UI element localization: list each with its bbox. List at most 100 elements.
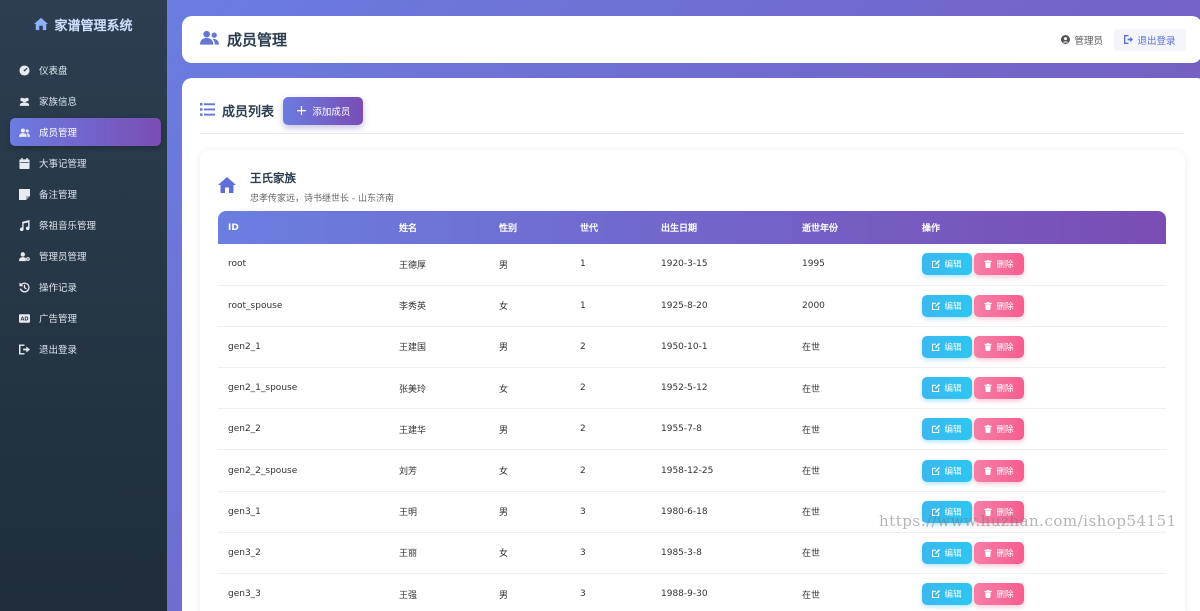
logout-button[interactable]: 退出登录 [1114, 28, 1186, 51]
delete-button[interactable]: 删除 [974, 583, 1024, 606]
home-icon [218, 177, 236, 193]
table-cell: 1 [570, 244, 651, 286]
edit-button[interactable]: 编辑 [922, 335, 972, 358]
delete-button[interactable]: 删除 [974, 500, 1024, 523]
sidebar-item-8[interactable]: AD 广告管理 [10, 304, 161, 332]
trash-icon [984, 590, 993, 599]
sidebar-item-label: 操作记录 [39, 283, 78, 294]
sidebar-item-3[interactable]: 大事记管理 [10, 149, 161, 177]
table-cell: gen2_1 [218, 326, 389, 369]
edit-icon [932, 384, 941, 393]
sidebar-item-2[interactable]: 成员管理 [10, 118, 161, 146]
table-cell: 女 [489, 367, 570, 410]
delete-button[interactable]: 删除 [974, 294, 1024, 317]
edit-button[interactable]: 编辑 [922, 500, 972, 523]
table-cell: 1920-3-15 [651, 244, 792, 286]
sidebar-item-7[interactable]: 操作记录 [10, 273, 161, 301]
table-cell: 1985-3-8 [651, 532, 792, 575]
user-label: 管理员 [1074, 35, 1103, 47]
trash-icon [984, 548, 993, 557]
delete-label: 删除 [996, 260, 1014, 271]
edit-button[interactable]: 编辑 [922, 459, 972, 482]
edit-button[interactable]: 编辑 [922, 377, 972, 400]
delete-label: 删除 [996, 301, 1014, 312]
table-cell: 王丽 [389, 532, 489, 575]
table-cell: 男 [489, 326, 570, 369]
logout-icon [1124, 35, 1134, 44]
edit-icon [932, 425, 941, 434]
current-user: 管理员 [1061, 33, 1103, 47]
table-cell: gen3_3 [218, 573, 389, 611]
actions-cell: 编辑 删除 [912, 532, 1166, 575]
actions-cell: 编辑 删除 [912, 285, 1166, 327]
table-cell: 在世 [792, 367, 912, 410]
table-cell: 在世 [792, 573, 912, 611]
sidebar-item-6[interactable]: 管理员管理 [10, 242, 161, 270]
edit-label: 编辑 [944, 425, 962, 436]
edit-icon [932, 590, 941, 599]
actions-cell: 编辑 删除 [912, 573, 1166, 611]
table-cell: 1958-12-25 [651, 449, 792, 492]
sidebar-item-4[interactable]: 备注管理 [10, 180, 161, 208]
delete-button[interactable]: 删除 [974, 377, 1024, 400]
sidebar-item-9[interactable]: 退出登录 [10, 335, 161, 363]
logout-icon [18, 343, 30, 355]
edit-button[interactable]: 编辑 [922, 583, 972, 606]
section-title: 成员列表 [222, 105, 275, 120]
column-header: 操作 [922, 224, 941, 234]
delete-button[interactable]: 删除 [974, 459, 1024, 482]
trash-icon [984, 384, 993, 393]
add-member-button[interactable]: + 添加成员 [283, 96, 364, 125]
trash-icon [984, 507, 993, 516]
delete-label: 删除 [996, 384, 1014, 395]
trash-icon [984, 260, 993, 269]
edit-button[interactable]: 编辑 [922, 418, 972, 441]
column-header: 姓名 [399, 224, 418, 234]
users-icon [18, 95, 30, 107]
music-icon [18, 219, 30, 231]
table-cell: 李秀英 [389, 285, 489, 327]
edit-icon [932, 548, 941, 557]
table-cell: gen2_2 [218, 408, 389, 451]
sidebar-item-label: 退出登录 [39, 345, 78, 356]
delete-button[interactable]: 删除 [974, 335, 1024, 358]
table-body: root 王德厚男 1 1920-3-15 1995 编辑 删除 root_spouse 李秀英… [218, 244, 1166, 611]
sidebar-item-0[interactable]: 仪表盘 [10, 56, 161, 84]
ad-icon: AD [18, 312, 30, 324]
edit-label: 编辑 [944, 507, 962, 518]
table-cell: root_spouse [218, 285, 389, 327]
user-circle-icon [1061, 35, 1071, 44]
table-cell: 在世 [792, 408, 912, 451]
delete-button[interactable]: 删除 [974, 418, 1024, 441]
family-header: 王氏家族 忠孝传家远，诗书继世长 - 山东济南 [218, 170, 394, 204]
table-cell: 2000 [792, 285, 912, 327]
trash-icon [984, 301, 993, 310]
table-cell: 王建国 [389, 326, 489, 369]
family-description: 忠孝传家远，诗书继世长 - 山东济南 [250, 194, 394, 204]
sidebar-item-1[interactable]: 家族信息 [10, 87, 161, 115]
sidebar-item-label: 祭祖音乐管理 [39, 221, 97, 232]
delete-button[interactable]: 删除 [974, 253, 1024, 276]
sidebar-item-5[interactable]: 祭祖音乐管理 [10, 211, 161, 239]
column-header: ID [228, 222, 239, 233]
table-cell: 张美玲 [389, 367, 489, 410]
table-cell: 1950-10-1 [651, 326, 792, 369]
brand[interactable]: 家谱管理系统 [0, 0, 167, 48]
edit-button[interactable]: 编辑 [922, 541, 972, 564]
main-area: 成员管理 管理员 退出登录 成员列表 + 添加成员 王氏家族 忠孝传家远，诗书继… [167, 0, 1200, 611]
table-cell: 2 [570, 326, 651, 369]
edit-icon [932, 466, 941, 475]
delete-label: 删除 [996, 548, 1014, 559]
table-cell: 男 [489, 408, 570, 451]
edit-button[interactable]: 编辑 [922, 253, 972, 276]
column-header: 性别 [499, 224, 518, 234]
content-panel: 成员列表 + 添加成员 王氏家族 忠孝传家远，诗书继世长 - 山东济南 ID 姓名… [182, 78, 1200, 611]
edit-button[interactable]: 编辑 [922, 294, 972, 317]
table-cell: 1925-8-20 [651, 285, 792, 327]
brand-title: 家谱管理系统 [54, 18, 133, 34]
table-cell: 1995 [792, 244, 912, 286]
table-cell: 1980-6-18 [651, 491, 792, 533]
plus-icon: + [295, 102, 308, 119]
delete-button[interactable]: 删除 [974, 541, 1024, 564]
sidebar-item-label: 备注管理 [39, 190, 78, 201]
